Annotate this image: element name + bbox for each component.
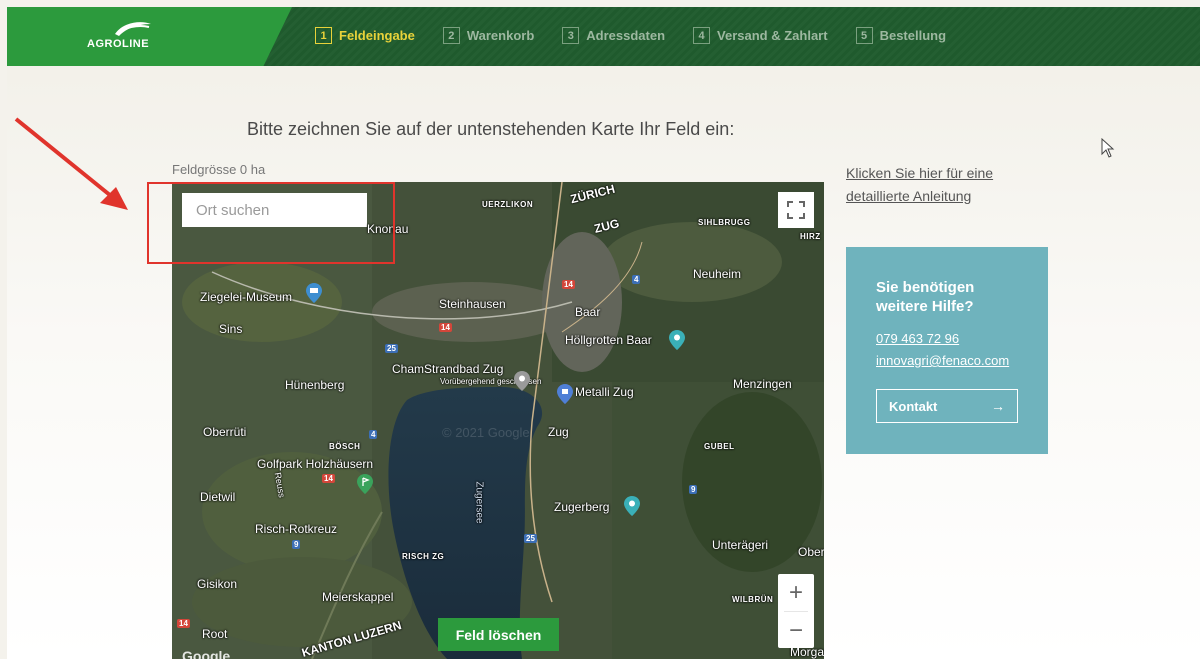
detailed-guide-link[interactable]: Klicken Sie hier für eine detaillierte A… — [846, 162, 1026, 208]
map-label: BÖSCH — [329, 442, 361, 451]
map-label: GUBEL — [704, 442, 735, 451]
zoom-control: + − — [778, 574, 814, 648]
map-label: SIHLBRUGG — [698, 218, 751, 227]
road-number-sign: 25 — [524, 534, 537, 543]
map-label: Risch-Rotkreuz — [255, 522, 338, 536]
annotation-highlight-box — [147, 182, 395, 264]
map-label: Sins — [219, 322, 243, 336]
road-number-sign: 14 — [562, 280, 575, 289]
road-number-sign: 9 — [689, 485, 698, 494]
map-label: Zug — [548, 425, 569, 439]
map-label: Oberrüti — [203, 425, 247, 439]
step-label: Adressdaten — [586, 28, 666, 43]
help-box: Sie benötigen weitere Hilfe? 079 463 72 … — [846, 247, 1048, 454]
map-label: Dietwil — [200, 490, 236, 504]
map-label: Unterägeri — [712, 538, 769, 552]
shopping-marker-icon[interactable] — [557, 384, 573, 404]
delete-field-button[interactable]: Feld löschen — [438, 618, 559, 651]
step-bestellung[interactable]: 5 Bestellung — [855, 27, 947, 44]
map-label: Strandbad Zug — [424, 362, 504, 376]
golf-marker-icon[interactable] — [357, 474, 373, 494]
step-adressdaten[interactable]: 3 Adressdaten — [562, 27, 665, 44]
map-label: Baar — [575, 305, 601, 319]
step-number: 3 — [562, 27, 580, 44]
road-number-sign: 14 — [439, 323, 452, 332]
fullscreen-button[interactable] — [778, 192, 814, 228]
road-number-sign: 9 — [292, 540, 301, 549]
step-warenkorb[interactable]: 2 Warenkorb — [442, 27, 535, 44]
help-email-link[interactable]: innovagri@fenaco.com — [876, 353, 1009, 368]
map-copyright: © 2021 Google — [442, 425, 530, 440]
place-marker-icon[interactable] — [514, 371, 530, 391]
road-number-sign: 25 — [385, 344, 398, 353]
map-label: HIRZ — [800, 232, 821, 241]
field-size-label: Feldgrösse 0 ha — [172, 162, 266, 177]
step-number: 2 — [442, 27, 460, 44]
map-label: Steinhausen — [439, 297, 506, 311]
attraction-marker-icon[interactable] — [624, 496, 640, 516]
annotation-arrow-icon — [14, 117, 128, 210]
help-phone-link[interactable]: 079 463 72 96 — [876, 331, 959, 346]
map-label: Gisikon — [197, 577, 238, 591]
map-label: WILBRÜN — [732, 595, 774, 604]
step-number: 1 — [315, 27, 332, 44]
checkout-steps: 1 Feldeingabe 2 Warenkorb 3 Adressdaten … — [315, 27, 974, 44]
map-label: Cham — [392, 362, 425, 376]
map-label: Vorübergehend geschlossen — [440, 377, 542, 386]
road-number-sign: 4 — [632, 275, 641, 284]
map-label: Ziegelei-Museum — [200, 290, 293, 304]
map-label: Meierskappel — [322, 590, 394, 604]
map-label: Root — [202, 627, 228, 641]
map-label: Metalli Zug — [575, 385, 634, 399]
mouse-cursor-icon — [1101, 138, 1115, 158]
google-logo: Google — [182, 648, 231, 659]
road-number-sign: 14 — [177, 619, 190, 628]
step-label: Versand & Zahlart — [717, 28, 828, 43]
step-label: Bestellung — [879, 28, 947, 43]
step-label: Warenkorb — [466, 28, 535, 43]
page-instruction: Bitte zeichnen Sie auf der untenstehende… — [247, 119, 735, 139]
road-number-sign: 14 — [322, 474, 335, 483]
step-number: 5 — [855, 27, 873, 44]
step-versand-zahlart[interactable]: 4 Versand & Zahlart — [693, 27, 828, 44]
map-label: Neuheim — [693, 267, 742, 281]
step-feldeingabe[interactable]: 1 Feldeingabe — [315, 27, 415, 44]
checkout-header: AGROLINE 1 Feldeingabe 2 Warenkorb 3 Adr… — [7, 7, 1200, 66]
map-label: RISCH ZG — [402, 552, 445, 561]
map-label: Zugerberg — [554, 500, 610, 514]
fullscreen-icon — [787, 201, 805, 219]
museum-marker-icon[interactable] — [306, 283, 322, 303]
contact-label: Kontakt — [889, 398, 938, 414]
contact-button[interactable]: Kontakt → — [876, 389, 1018, 423]
help-title: Sie benötigen weitere Hilfe? — [876, 279, 975, 315]
zoom-out-button[interactable]: − — [778, 612, 814, 649]
attraction-marker-icon[interactable] — [669, 330, 685, 350]
step-label: Feldeingabe — [339, 28, 415, 43]
map-label: UERZLIKON — [482, 200, 534, 209]
zoom-in-button[interactable]: + — [778, 574, 814, 611]
map-label: Hünenberg — [285, 378, 345, 392]
arrow-right-icon: → — [991, 398, 1005, 414]
step-number: 4 — [693, 27, 711, 44]
map-label: Golfpark Holzhäusern — [257, 457, 374, 471]
map-label: Zugersee — [473, 481, 485, 524]
page-frame: AGROLINE 1 Feldeingabe 2 Warenkorb 3 Adr… — [7, 7, 1200, 659]
map-label: Menzingen — [733, 377, 792, 391]
map-label: Ober — [798, 545, 824, 559]
map-label: Höllgrotten Baar — [565, 333, 652, 347]
road-number-sign: 4 — [369, 430, 378, 439]
